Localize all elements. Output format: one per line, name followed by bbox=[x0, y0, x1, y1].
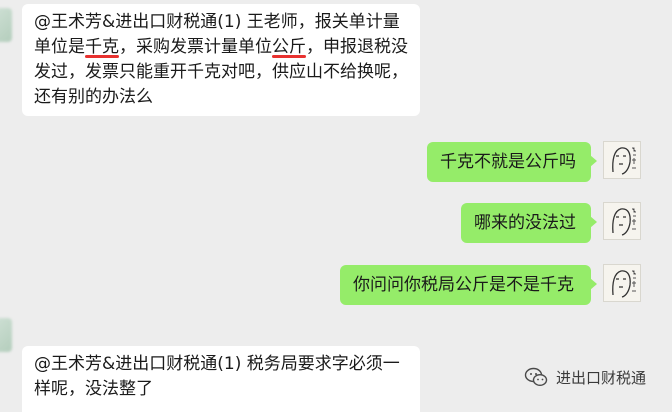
my-avatar[interactable] bbox=[603, 141, 641, 179]
message-text: 哪来的没法过 bbox=[474, 213, 576, 233]
message-bubble-incoming: @王术芳&进出口财税通(1) 税务局要求字必须一样呢，没法整了 bbox=[22, 346, 420, 412]
wechat-official-account-icon bbox=[524, 367, 548, 387]
message-text: @王术芳&进出口财税通(1) 王老师，报关单计量 单位是千克，采购发票计量单位公斤… bbox=[34, 12, 408, 107]
official-account-watermark: 进出口财税通 bbox=[524, 364, 646, 390]
message-bubble-outgoing: 千克不就是公斤吗 bbox=[427, 142, 597, 182]
sender-avatar[interactable] bbox=[0, 318, 12, 352]
portrait-avatar-icon bbox=[612, 270, 636, 298]
my-avatar[interactable] bbox=[603, 202, 641, 240]
portrait-avatar-icon bbox=[612, 147, 636, 175]
message-bubble-outgoing: 哪来的没法过 bbox=[461, 203, 597, 243]
portrait-avatar-icon bbox=[612, 208, 636, 236]
message-bubble-outgoing: 你问问你税局公斤是不是千克 bbox=[340, 265, 597, 305]
message-text: 千克不就是公斤吗 bbox=[440, 152, 576, 172]
message-text: 你问问你税局公斤是不是千克 bbox=[353, 275, 574, 295]
watermark-text: 进出口财税通 bbox=[556, 368, 647, 387]
message-text: @王术芳&进出口财税通(1) 税务局要求字必须一样呢，没法整了 bbox=[34, 354, 400, 399]
message-bubble-incoming: @王术芳&进出口财税通(1) 王老师，报关单计量 单位是千克，采购发票计量单位公斤… bbox=[22, 4, 420, 116]
my-avatar[interactable] bbox=[603, 264, 641, 302]
sender-avatar[interactable] bbox=[0, 8, 12, 42]
